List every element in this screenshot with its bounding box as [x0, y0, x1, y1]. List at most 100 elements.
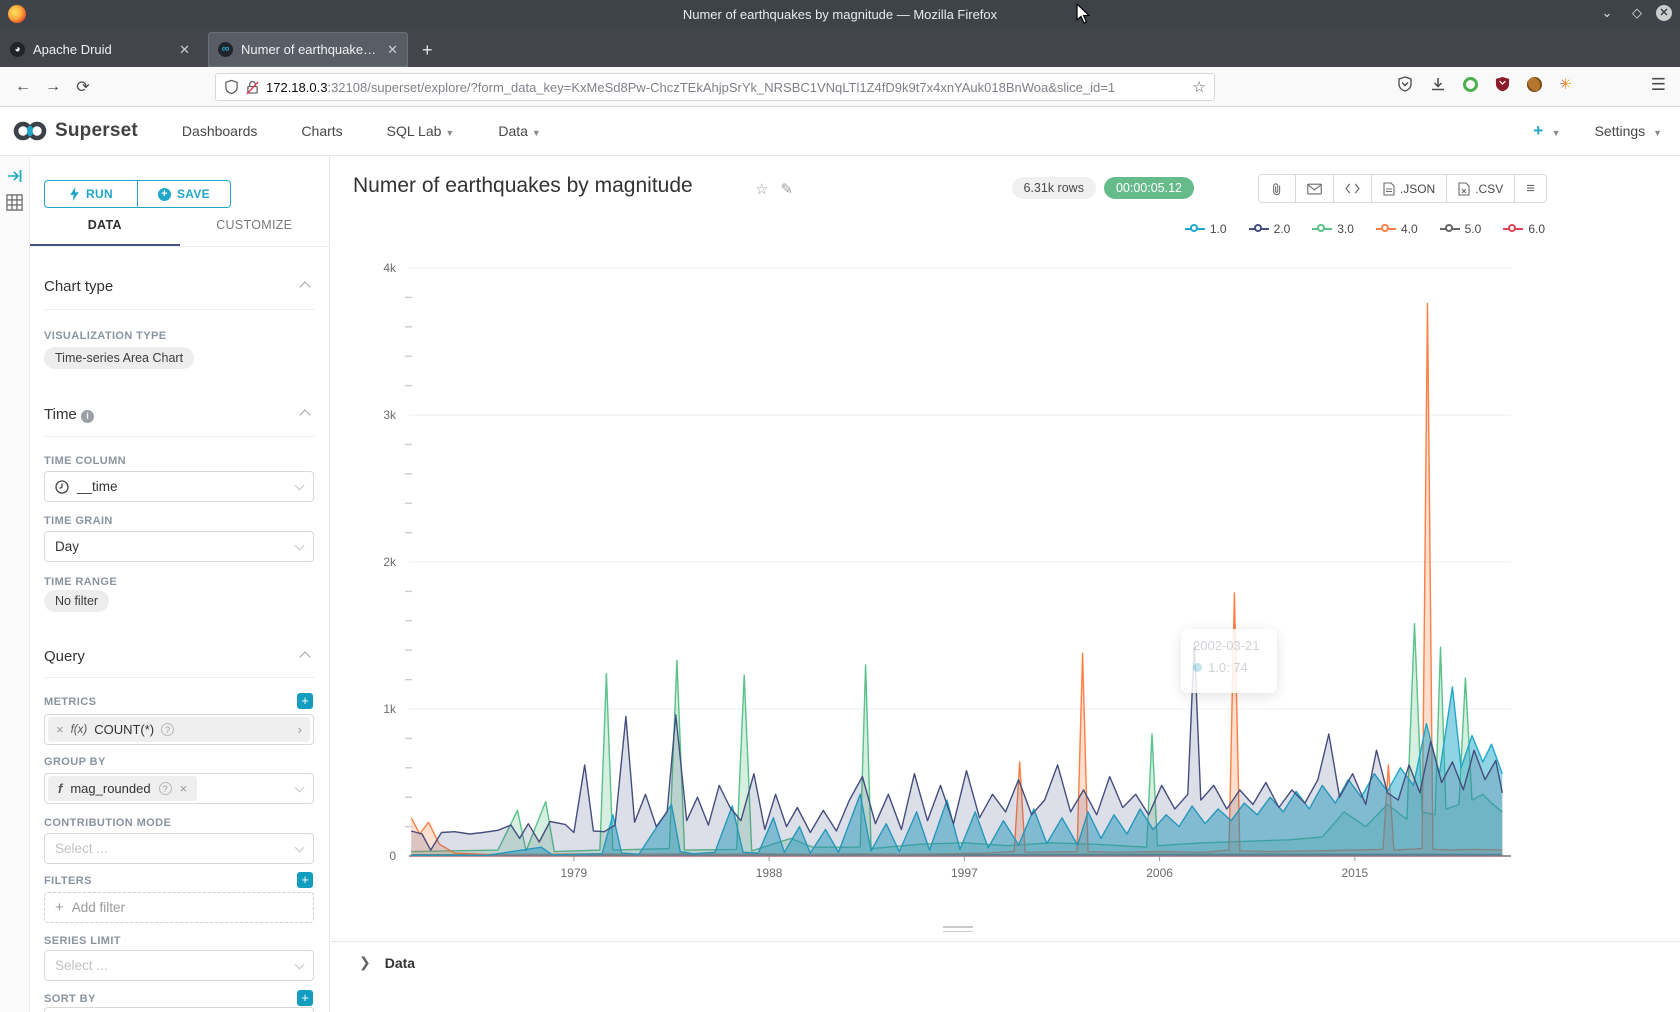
chevron-down-icon: [295, 842, 305, 852]
legend-item-4.0[interactable]: 4.0: [1376, 222, 1418, 236]
nav-menu: Dashboards Charts SQL Lab▼ Data▼: [138, 123, 541, 139]
chevron-up-icon[interactable]: [299, 409, 310, 420]
remove-metric-icon[interactable]: ×: [56, 722, 64, 737]
chevron-down-icon: [295, 782, 305, 792]
series-limit-select[interactable]: Select ...: [44, 950, 314, 981]
url-bar[interactable]: 172.18.0.3:32108/superset/explore/?form_…: [215, 73, 1215, 101]
settings-menu[interactable]: Settings ▼: [1595, 123, 1662, 139]
chart-actions-group: .JSON .CSV ≡: [1258, 174, 1547, 203]
chevron-up-icon[interactable]: [299, 651, 310, 662]
time-column-select[interactable]: __time: [44, 471, 314, 502]
chevron-right-icon[interactable]: ›: [298, 722, 302, 737]
plus-icon[interactable]: +: [1533, 121, 1543, 140]
lightning-icon: [69, 187, 80, 201]
reload-button[interactable]: ⟳: [68, 77, 98, 97]
email-button[interactable]: [1296, 175, 1334, 202]
contribution-select[interactable]: Select ...: [44, 833, 314, 864]
dataset-grid-icon[interactable]: [6, 194, 23, 211]
mouse-cursor: [1076, 3, 1092, 25]
embed-code-button[interactable]: [1334, 175, 1372, 202]
chart-menu-button[interactable]: ≡: [1515, 175, 1546, 202]
legend-item-2.0[interactable]: 2.0: [1249, 222, 1291, 236]
export-json-button[interactable]: .JSON: [1372, 175, 1447, 202]
chevron-down-icon: [295, 480, 305, 490]
hamburger-menu-icon[interactable]: ☰: [1651, 75, 1666, 95]
time-grain-select[interactable]: Day: [44, 531, 314, 562]
tab-data[interactable]: DATA: [30, 218, 180, 246]
ublock-shield-icon[interactable]: [1495, 76, 1510, 92]
legend-item-6.0[interactable]: 6.0: [1503, 222, 1545, 236]
metric-chip[interactable]: × f(x) COUNT(*) ? ›: [48, 717, 310, 742]
chart-plot-area[interactable]: 01k2k3k4k19791988199720062015 2002-03-21…: [336, 240, 1530, 890]
groupby-chip[interactable]: f mag_rounded ? ×: [48, 776, 197, 801]
pocket-icon[interactable]: [1397, 76, 1413, 92]
save-button[interactable]: + SAVE: [137, 181, 230, 207]
hamburger-icon: ≡: [1526, 180, 1535, 197]
add-filter-box[interactable]: + Add filter: [44, 892, 314, 923]
viz-type-pill[interactable]: Time-series Area Chart: [44, 347, 194, 369]
section-time[interactable]: Time i: [44, 406, 94, 423]
edit-pencil-icon[interactable]: ✎: [780, 180, 793, 198]
forward-button[interactable]: →: [38, 78, 68, 96]
svg-text:1979: 1979: [561, 866, 588, 880]
add-filter-plus-button[interactable]: +: [297, 872, 313, 888]
sort-by-select[interactable]: [44, 1007, 314, 1012]
query-timer-badge: 00:00:05.12: [1104, 177, 1194, 199]
tab-earthquakes-chart[interactable]: ∞ Numer of earthquakes by ✕: [208, 32, 408, 67]
add-sort-button[interactable]: +: [297, 990, 313, 1006]
time-grain-label: TIME GRAIN: [44, 515, 113, 527]
chevron-up-icon[interactable]: [299, 281, 310, 292]
nav-item-data[interactable]: Data▼: [498, 123, 541, 139]
pinwheel-extension-icon[interactable]: ✳: [1559, 75, 1572, 93]
run-button[interactable]: RUN: [45, 181, 137, 207]
new-tab-button[interactable]: +: [422, 40, 433, 67]
cookie-extension-icon[interactable]: [1527, 77, 1542, 92]
chevron-right-icon: ❯: [359, 954, 371, 971]
nav-item-sql-lab[interactable]: SQL Lab▼: [387, 123, 455, 139]
window-minimize-button[interactable]: ⌄: [1596, 5, 1618, 21]
time-range-pill[interactable]: No filter: [44, 590, 109, 612]
legend-item-1.0[interactable]: 1.0: [1185, 222, 1227, 236]
bookmark-star-icon[interactable]: ☆: [1193, 78, 1206, 96]
remove-groupby-icon[interactable]: ×: [180, 781, 188, 796]
svg-text:0: 0: [389, 849, 396, 863]
section-chart-type[interactable]: Chart type: [44, 278, 113, 295]
data-panel-toggle[interactable]: ❯ Data: [359, 954, 415, 971]
extension-green-icon[interactable]: [1463, 77, 1478, 92]
legend-label: 3.0: [1337, 222, 1354, 236]
window-close-button[interactable]: ✕: [1656, 5, 1672, 21]
tab-close-icon[interactable]: ✕: [387, 42, 398, 58]
groupby-select[interactable]: f mag_rounded ? ×: [44, 773, 314, 804]
favorite-star-icon[interactable]: ☆: [755, 180, 768, 198]
chart-legend: 1.0 2.0 3.0 4.0 5.0 6.0: [1185, 222, 1545, 236]
nav-item-dashboards[interactable]: Dashboards: [182, 123, 258, 139]
placeholder: Select ...: [55, 958, 108, 973]
legend-label: 1.0: [1210, 222, 1227, 236]
panel-resize-handle[interactable]: [943, 926, 973, 935]
legend-item-5.0[interactable]: 5.0: [1440, 222, 1482, 236]
firefox-logo-icon: [8, 5, 26, 23]
downloads-icon[interactable]: [1430, 76, 1446, 92]
export-csv-button[interactable]: .CSV: [1447, 175, 1515, 202]
tab-customize[interactable]: CUSTOMIZE: [180, 218, 330, 246]
insecure-lock-icon[interactable]: [246, 80, 259, 95]
chevron-down-icon: ▼: [1653, 128, 1662, 138]
browser-tab-bar: ◕ Apache Druid ✕ ∞ Numer of earthquakes …: [0, 28, 1680, 67]
tracking-shield-icon[interactable]: [224, 79, 239, 95]
row-count-badge: 6.31k rows: [1012, 177, 1096, 199]
legend-label: 6.0: [1528, 222, 1545, 236]
add-metric-button[interactable]: +: [297, 693, 313, 709]
window-maximize-button[interactable]: ◇: [1626, 5, 1648, 21]
new-item-menu[interactable]: + ▼: [1533, 121, 1560, 141]
section-query[interactable]: Query: [44, 648, 85, 665]
expand-datasource-icon[interactable]: [7, 168, 23, 184]
nav-item-charts[interactable]: Charts: [301, 123, 342, 139]
legend-item-3.0[interactable]: 3.0: [1312, 222, 1354, 236]
tab-title: Numer of earthquakes by: [241, 42, 379, 57]
copy-link-button[interactable]: [1259, 175, 1296, 202]
tab-close-icon[interactable]: ✕: [179, 42, 190, 58]
chevron-down-icon: ▼: [445, 128, 454, 138]
tab-apache-druid[interactable]: ◕ Apache Druid ✕: [0, 32, 200, 67]
superset-brand[interactable]: Superset: [12, 120, 138, 142]
back-button[interactable]: ←: [8, 78, 38, 96]
